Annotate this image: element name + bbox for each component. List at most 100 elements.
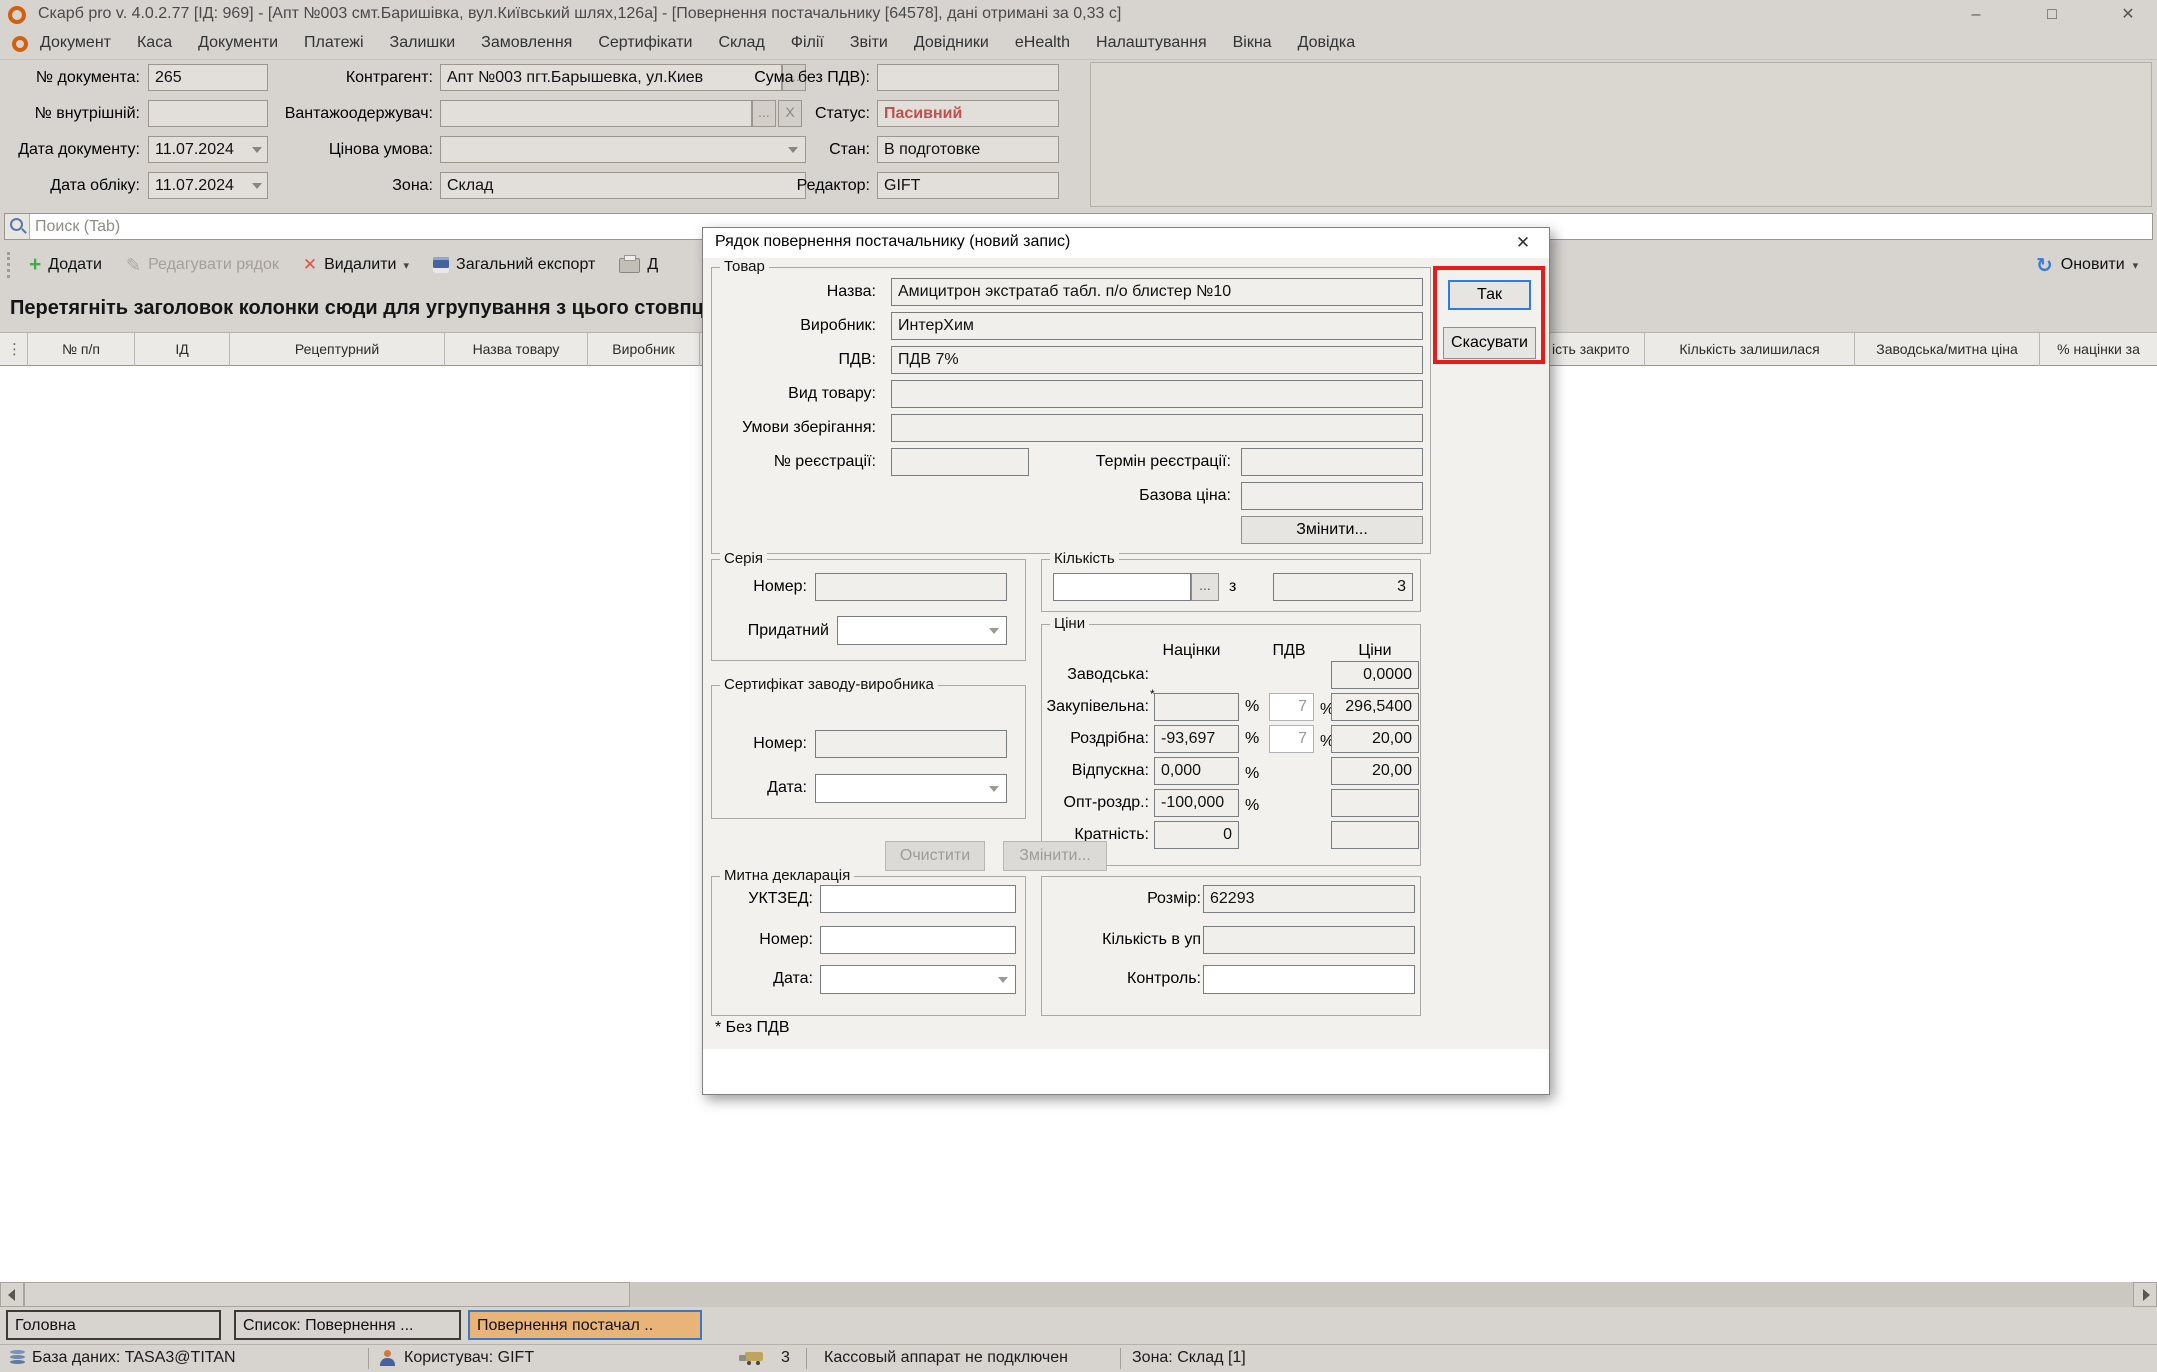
- factory-price-field[interactable]: 0,0000: [1331, 661, 1419, 689]
- vat-field[interactable]: ПДВ 7%: [891, 346, 1423, 374]
- series-valid-combo[interactable]: [837, 616, 1007, 645]
- zone-label: Зона:: [240, 172, 433, 199]
- quantity-browse-button[interactable]: ...: [1191, 573, 1219, 601]
- tab-returns-list[interactable]: Список: Повернення ...: [234, 1310, 461, 1340]
- delete-dropdown-icon[interactable]: ▾: [404, 259, 410, 272]
- menu-item-warehouse[interactable]: Склад: [718, 34, 764, 52]
- menu-item-documents[interactable]: Документи: [198, 34, 278, 52]
- wholesale-markup-field[interactable]: -100,000: [1154, 789, 1239, 817]
- purchase-markup-field[interactable]: [1154, 693, 1239, 721]
- certificate-date-dropdown-icon[interactable]: [989, 786, 999, 792]
- selling-price-field[interactable]: 20,00: [1331, 757, 1419, 785]
- retail-markup-field[interactable]: -93,697: [1154, 725, 1239, 753]
- menu-item-settings[interactable]: Налаштування: [1096, 34, 1207, 52]
- column-header-factory-price[interactable]: Заводська/митна ціна: [1855, 333, 2040, 366]
- dialog-close-icon[interactable]: ✕: [1509, 231, 1537, 255]
- multiplicity-price-field[interactable]: [1331, 821, 1419, 849]
- refresh-dropdown-icon[interactable]: ▾: [2133, 259, 2139, 272]
- quantity-total-field[interactable]: 3: [1273, 573, 1413, 601]
- certificate-number-field[interactable]: [815, 730, 1007, 758]
- certificate-date-combo[interactable]: [815, 774, 1007, 803]
- uktzed-field[interactable]: [820, 885, 1016, 913]
- edit-row-button[interactable]: ✎ Редагувати рядок: [117, 248, 288, 282]
- control-field[interactable]: [1203, 965, 1415, 994]
- sum-no-vat-field[interactable]: [877, 64, 1059, 91]
- column-header-npp[interactable]: № п/п: [28, 333, 135, 366]
- menu-item-directories[interactable]: Довідники: [914, 34, 989, 52]
- wholesale-price-field[interactable]: [1331, 789, 1419, 817]
- menu-item-ehealth[interactable]: eHealth: [1015, 34, 1070, 52]
- menu-item-windows[interactable]: Вікна: [1233, 34, 1272, 52]
- reg-number-field[interactable]: [891, 448, 1029, 476]
- menu-bar: Документ Каса Документи Платежі Залишки …: [0, 30, 2157, 60]
- dialog-bottom-strip: [703, 1049, 1549, 1094]
- reg-term-field[interactable]: [1241, 448, 1423, 476]
- menu-item-document[interactable]: Документ: [40, 34, 111, 52]
- certificate-clear-button[interactable]: Очистити: [885, 841, 985, 871]
- series-valid-dropdown-icon[interactable]: [989, 628, 999, 634]
- horizontal-scrollbar[interactable]: [0, 1282, 2157, 1307]
- tab-supplier-return[interactable]: Повернення постачал ..: [468, 1310, 702, 1340]
- per-pack-label: Кількість в уп: [1053, 926, 1201, 954]
- menu-item-help[interactable]: Довідка: [1298, 34, 1356, 52]
- cancel-button[interactable]: Скасувати: [1443, 327, 1536, 359]
- column-header-manufacturer[interactable]: Виробник: [588, 333, 700, 366]
- quantity-of-label: з: [1229, 573, 1249, 601]
- status-separator: [1120, 1348, 1121, 1369]
- column-header-prescription[interactable]: Рецептурний: [230, 333, 445, 366]
- per-pack-field[interactable]: [1203, 926, 1415, 954]
- status-label: Статус:: [700, 100, 870, 127]
- customs-date-dropdown-icon[interactable]: [998, 977, 1008, 983]
- product-kind-field[interactable]: [891, 380, 1423, 408]
- purchase-price-field[interactable]: 296,5400: [1331, 693, 1419, 721]
- quantity-field[interactable]: [1053, 573, 1191, 601]
- maximize-icon[interactable]: □: [2028, 0, 2076, 30]
- print-button[interactable]: Д: [610, 248, 667, 282]
- manufacturer-field[interactable]: ИнтерХим: [891, 312, 1423, 340]
- menu-item-stock[interactable]: Залишки: [390, 34, 456, 52]
- selling-markup-field[interactable]: 0,000: [1154, 757, 1239, 785]
- storage-conditions-field[interactable]: [891, 414, 1423, 442]
- series-number-field[interactable]: [815, 573, 1007, 601]
- floppy-disk-icon: [433, 257, 449, 273]
- export-button[interactable]: Загальний експорт: [424, 248, 604, 282]
- column-header-product-name[interactable]: Назва товару: [445, 333, 588, 366]
- tab-home[interactable]: Головна: [6, 1310, 221, 1340]
- menu-item-payments[interactable]: Платежі: [304, 34, 364, 52]
- multiplicity-field[interactable]: 0: [1154, 821, 1239, 849]
- group-by-hint: Перетягніть заголовок колонки сюди для у…: [10, 297, 704, 320]
- menu-item-certificates[interactable]: Сертифікати: [598, 34, 692, 52]
- scrollbar-thumb[interactable]: [24, 1282, 630, 1307]
- minimize-icon[interactable]: –: [1952, 0, 2000, 30]
- retail-price-field[interactable]: 20,00: [1331, 725, 1419, 753]
- ok-button[interactable]: Так: [1448, 280, 1531, 310]
- product-name-label: Назва:: [709, 278, 876, 306]
- add-button[interactable]: + Додати: [20, 248, 111, 282]
- menu-item-reports[interactable]: Звіти: [850, 34, 888, 52]
- manufacturer-label: Виробник:: [709, 312, 876, 340]
- uktzed-label: УКТЗЕД:: [711, 885, 813, 913]
- product-change-button[interactable]: Змінити...: [1241, 516, 1423, 544]
- size-field[interactable]: 62293: [1203, 885, 1415, 913]
- base-price-field[interactable]: [1241, 482, 1423, 510]
- column-header-markup-pct[interactable]: % націнки за: [2040, 333, 2157, 366]
- column-header-id[interactable]: ІД: [135, 333, 230, 366]
- customs-date-combo[interactable]: [820, 965, 1016, 994]
- menu-item-branches[interactable]: Філії: [791, 34, 824, 52]
- consignee-label: Вантажоодержувач:: [240, 100, 433, 127]
- column-header-qty-closed[interactable]: ість закрито: [1548, 333, 1645, 366]
- toolbar-grip-handle[interactable]: [7, 252, 13, 278]
- refresh-button[interactable]: ↻ Оновити ▾: [2036, 244, 2138, 286]
- menu-item-orders[interactable]: Замовлення: [481, 34, 572, 52]
- product-name-field[interactable]: Амицитрон экстратаб табл. п/о блистер №1…: [891, 278, 1423, 306]
- column-header-qty-remaining[interactable]: Кількість залишилася: [1645, 333, 1855, 366]
- customs-number-field[interactable]: [820, 926, 1016, 954]
- scroll-left-button[interactable]: [0, 1282, 24, 1307]
- certificate-change-button[interactable]: Змінити...: [1003, 841, 1107, 871]
- editor-label: Редактор:: [700, 172, 870, 199]
- vat-column-header: ПДВ: [1259, 642, 1319, 660]
- scroll-right-button[interactable]: [2133, 1282, 2157, 1307]
- delete-button[interactable]: ✕ Видалити ▾: [294, 248, 418, 282]
- close-icon[interactable]: ✕: [2104, 0, 2152, 30]
- menu-item-kasa[interactable]: Каса: [137, 34, 172, 52]
